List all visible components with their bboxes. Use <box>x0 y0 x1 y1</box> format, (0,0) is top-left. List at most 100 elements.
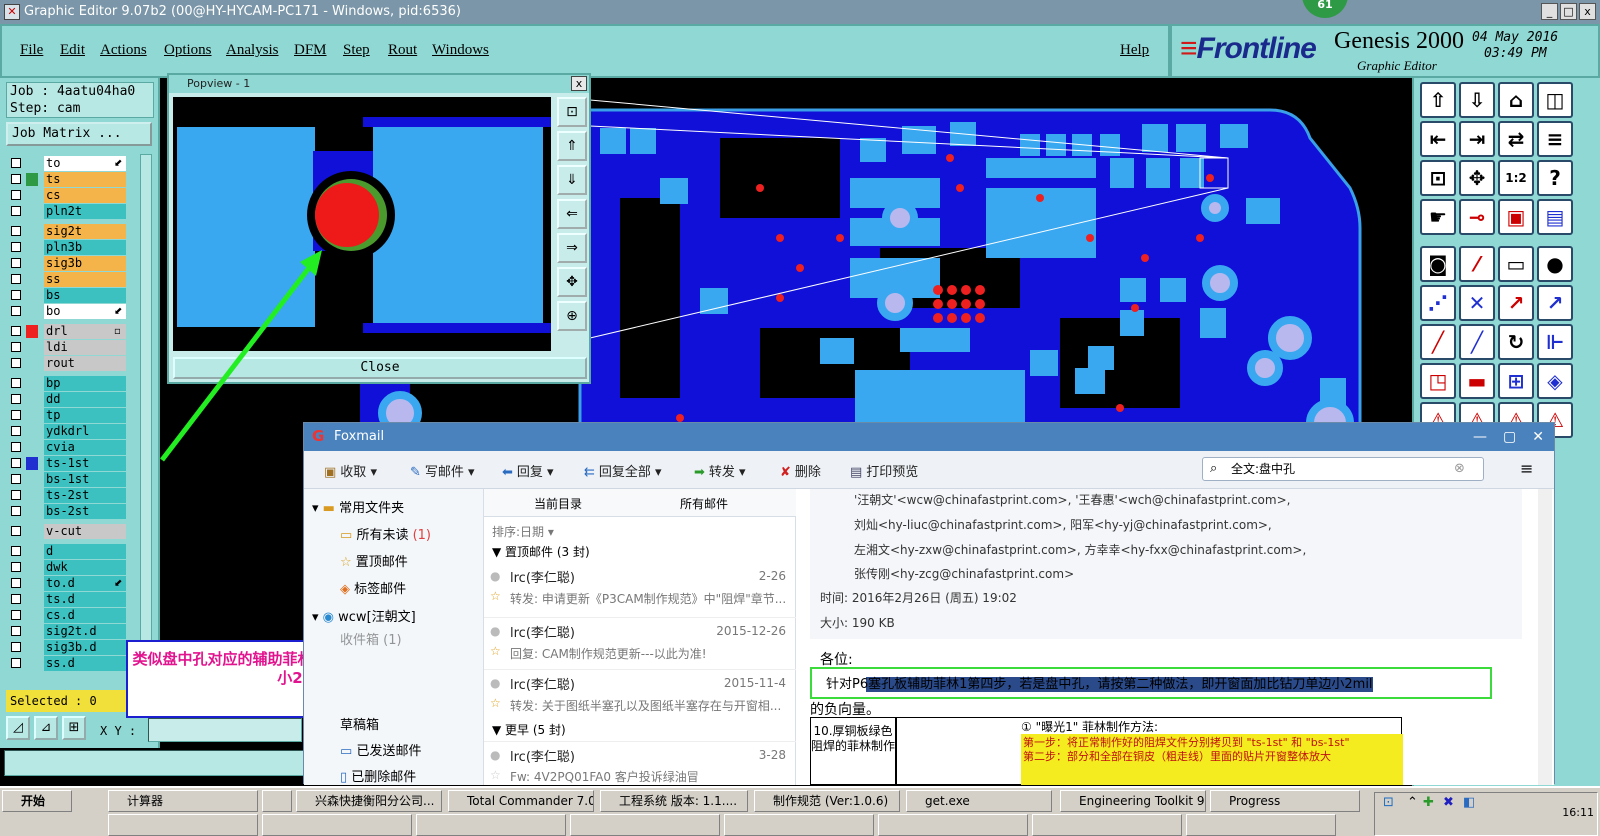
layer-row-ts.d[interactable]: ts.d <box>8 592 128 607</box>
menu-dfm[interactable]: DFM <box>294 42 327 59</box>
mirror-icon[interactable]: ⊩ <box>1537 324 1573 360</box>
taskbar-item-toolkit[interactable]: Engineering Toolkit 9.0... <box>1060 790 1206 812</box>
layer-checkbox[interactable] <box>11 474 21 484</box>
taskbar-item-row2[interactable] <box>1032 814 1182 836</box>
pad-icon[interactable]: ◳ <box>1420 363 1456 399</box>
layer-checkbox[interactable] <box>11 610 21 620</box>
pan-down-icon[interactable]: ⇓ <box>557 165 587 195</box>
swap-icon[interactable]: ⇄ <box>1498 121 1534 157</box>
menu-help[interactable]: Help <box>1120 42 1149 59</box>
layer-row-bs-1st[interactable]: bs-1st <box>8 472 128 487</box>
maximize-button[interactable]: □ <box>1560 3 1577 20</box>
layer-name[interactable]: bp <box>44 376 126 391</box>
layer-checkbox[interactable] <box>11 258 21 268</box>
layer-checkbox[interactable] <box>11 410 21 420</box>
layer-name[interactable]: tp <box>44 408 126 423</box>
group-earlier[interactable]: ▼ 更早 (5 封) <box>492 721 566 738</box>
layer-checkbox[interactable] <box>11 442 21 452</box>
folder-tagged[interactable]: ◈ 标签邮件 <box>340 578 406 597</box>
layer-checkbox[interactable] <box>11 626 21 636</box>
forward-button[interactable]: ➡ 转发 ▾ <box>694 461 746 480</box>
menu-icon[interactable]: ≡ <box>1520 459 1533 478</box>
layer-row-dwk[interactable]: dwk <box>8 560 128 575</box>
zoom-out-icon[interactable]: ✥ <box>557 267 587 297</box>
taskbar-item-row2[interactable] <box>262 814 412 836</box>
scale-icon[interactable]: 1:2 <box>1498 160 1534 196</box>
layer-name[interactable]: bs-1st <box>44 472 126 487</box>
sync-icon[interactable]: ✚ <box>1423 795 1434 810</box>
layer-row-dd[interactable]: dd <box>8 392 128 407</box>
xy-input[interactable] <box>148 718 302 742</box>
list-item[interactable]: ● lrc(李仁聪) 3-28 ☆ Fw: 4V2PQ01FA0 客户投诉绿油冒 <box>484 741 796 785</box>
layer-color-swatch[interactable] <box>26 205 38 218</box>
ruler-icon[interactable]: ▭ <box>1498 246 1534 282</box>
layer-checkbox[interactable] <box>11 306 21 316</box>
layer-checkbox[interactable] <box>11 426 21 436</box>
layer-color-swatch[interactable] <box>26 257 38 270</box>
list-item[interactable]: ● lrc(李仁聪) 2015-11-4 ☆ 转发: 关于图纸半塞孔以及图纸半塞… <box>484 669 796 719</box>
layer-row-ts-2st[interactable]: ts-2st <box>8 488 128 503</box>
folder-sent[interactable]: ▭ 已发送邮件 <box>340 740 421 759</box>
bar-icon[interactable]: ▬ <box>1459 363 1495 399</box>
layer-color-swatch[interactable] <box>26 609 38 622</box>
up-arrow-icon[interactable]: ⇧ <box>1420 82 1456 118</box>
layer-row-d[interactable]: d <box>8 544 128 559</box>
layer-color-swatch[interactable] <box>26 189 38 202</box>
reply-button[interactable]: ⬅ 回复 ▾ <box>502 461 554 480</box>
reply-all-button[interactable]: ⇇ 回复全部 ▾ <box>584 461 662 480</box>
layer-row-to[interactable]: to ⬋ <box>8 156 128 171</box>
layer-checkbox[interactable] <box>11 206 21 216</box>
layer-color-swatch[interactable] <box>26 625 38 638</box>
layer-name[interactable]: sig3b.d <box>44 640 126 655</box>
layer-row-pln3b[interactable]: pln3b <box>8 240 128 255</box>
layer-row-rout[interactable]: rout <box>8 356 128 371</box>
layer-checkbox[interactable] <box>11 378 21 388</box>
resize-icon[interactable]: ⊞ <box>1498 363 1534 399</box>
measure-icon[interactable]: ⊿ <box>34 716 58 740</box>
layer-name[interactable]: cvia <box>44 440 126 455</box>
rotate-icon[interactable]: ↻ <box>1498 324 1534 360</box>
layer-row-bo[interactable]: bo ⬋ <box>8 304 128 319</box>
layer-checkbox[interactable] <box>11 342 21 352</box>
taskbar-item-calculator[interactable]: 计算器 <box>108 790 258 812</box>
layer-color-swatch[interactable] <box>26 489 38 502</box>
layer-checkbox[interactable] <box>11 578 21 588</box>
layer-color-swatch[interactable] <box>26 545 38 558</box>
close-button[interactable]: x <box>1579 3 1596 20</box>
folder-deleted[interactable]: ▯ 已删除邮件 <box>340 766 416 785</box>
layer-color-swatch[interactable] <box>26 357 38 370</box>
taskbar-item-row2[interactable] <box>1186 814 1336 836</box>
snap-icon[interactable]: ◿ <box>6 716 30 740</box>
layer-checkbox[interactable] <box>11 158 21 168</box>
network-icon[interactable]: ⊡ <box>1383 795 1394 810</box>
grid-icon[interactable]: ⊞ <box>62 716 86 740</box>
layer-color-swatch[interactable] <box>26 409 38 422</box>
list-item[interactable]: ● lrc(李仁聪) 2015-12-26 ☆ 回复: CAM制作规范更新---… <box>484 617 796 667</box>
layer-row-ldi[interactable]: ldi <box>8 340 128 355</box>
list-item[interactable]: ● lrc(李仁聪) 2-26 ☆ 转发: 申请更新《P3CAM制作规范》中"阻… <box>484 565 796 615</box>
layer-row-bp[interactable]: bp <box>8 376 128 391</box>
layer-checkbox[interactable] <box>11 490 21 500</box>
foxmail-minimize-button[interactable]: — <box>1473 423 1487 451</box>
pan-right-icon[interactable]: ⇒ <box>557 233 587 263</box>
layer-name[interactable]: sig3b <box>44 256 126 271</box>
menu-step[interactable]: Step <box>343 42 370 59</box>
layer-checkbox[interactable] <box>11 594 21 604</box>
menu-options[interactable]: Options <box>164 42 212 59</box>
layer-color-swatch[interactable] <box>26 157 38 170</box>
layer-name[interactable]: ss.d <box>44 656 126 671</box>
layer-row-ss[interactable]: ss <box>8 272 128 287</box>
camera-icon[interactable]: ◙ <box>1420 246 1456 282</box>
layer-row-ydkdrl[interactable]: ydkdrl <box>8 424 128 439</box>
taskbar-item-get[interactable]: get.exe <box>906 790 1052 812</box>
menu-file[interactable]: File <box>20 42 43 59</box>
layer-checkbox[interactable] <box>11 326 21 336</box>
receive-button[interactable]: ▣ 收取 ▾ <box>324 461 377 480</box>
group-pinned[interactable]: ▼ 置顶邮件 (3 封) <box>492 543 590 560</box>
menu-lines-icon[interactable]: ≡ <box>1537 121 1573 157</box>
line-icon[interactable]: ⁄ <box>1459 246 1495 282</box>
compose-button[interactable]: ✎ 写邮件 ▾ <box>410 461 475 480</box>
layer-row-pln2t[interactable]: pln2t <box>8 204 128 219</box>
layer-color-swatch[interactable] <box>26 561 38 574</box>
reading-scrollbar[interactable] <box>1538 489 1552 785</box>
